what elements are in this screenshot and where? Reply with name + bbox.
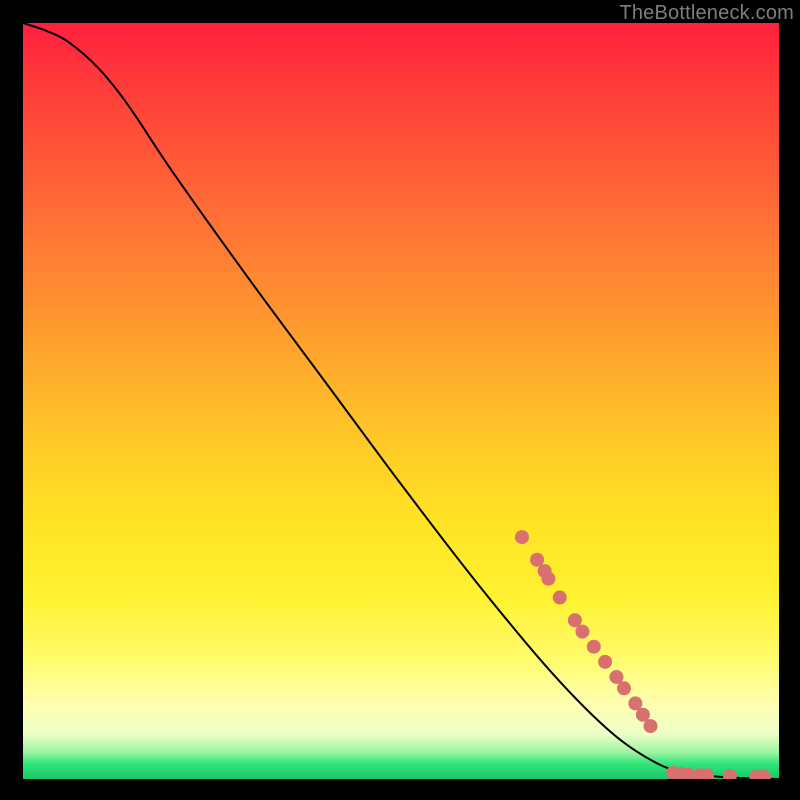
data-marker bbox=[643, 719, 657, 733]
data-marker bbox=[598, 655, 612, 669]
data-marker bbox=[553, 591, 567, 605]
data-marker bbox=[723, 769, 737, 779]
plot-area bbox=[23, 23, 779, 779]
chart-stage: TheBottleneck.com bbox=[0, 0, 800, 800]
data-marker bbox=[541, 572, 555, 586]
attribution-label: TheBottleneck.com bbox=[619, 2, 794, 25]
chart-svg bbox=[23, 23, 779, 779]
data-marker bbox=[587, 640, 601, 654]
data-marker bbox=[617, 681, 631, 695]
bottleneck-curve bbox=[23, 23, 779, 779]
data-marker bbox=[515, 530, 529, 544]
data-marker bbox=[575, 625, 589, 639]
data-markers bbox=[515, 530, 771, 779]
